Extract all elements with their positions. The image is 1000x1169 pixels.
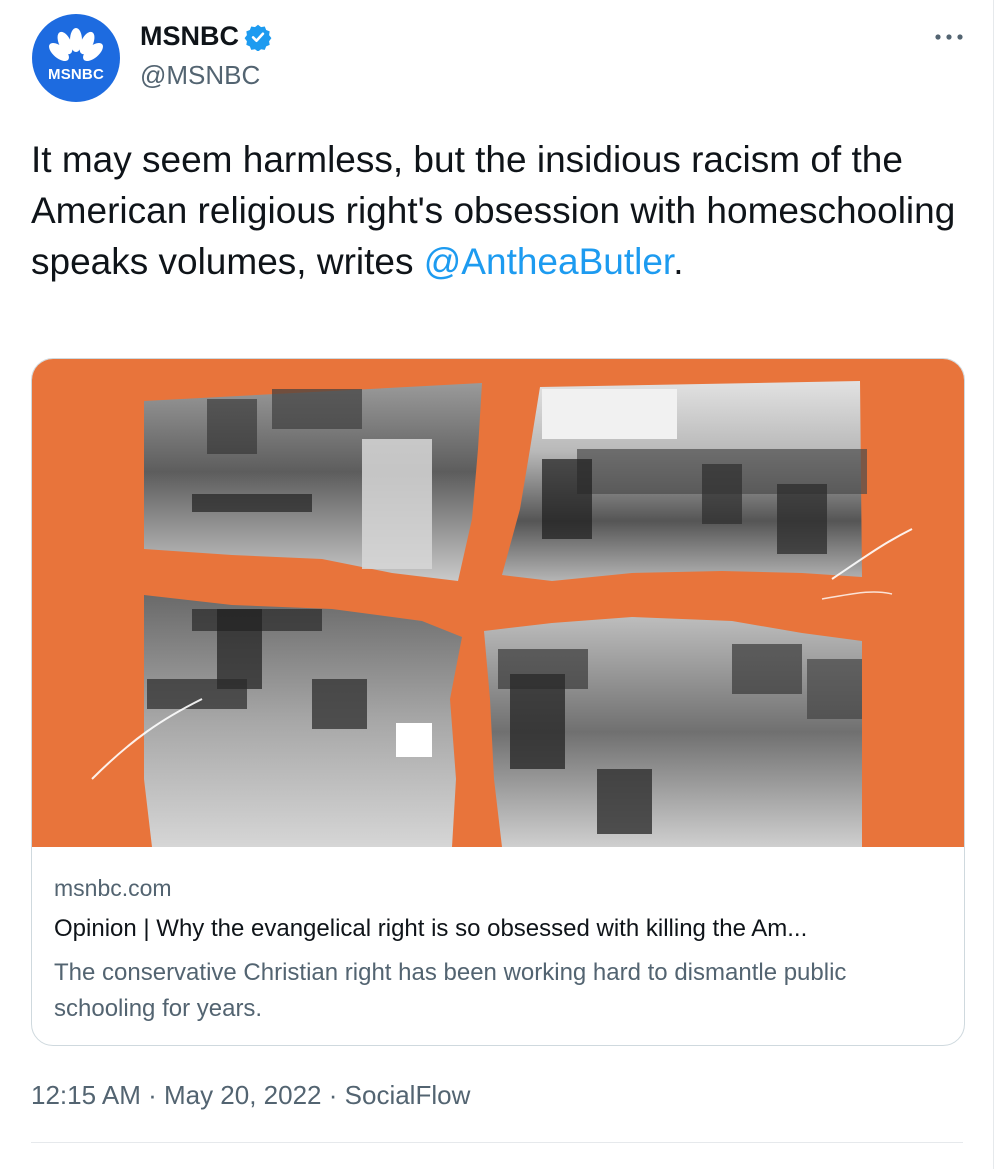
more-dots-icon[interactable] xyxy=(931,20,967,50)
tweet-date[interactable]: May 20, 2022 xyxy=(164,1080,322,1110)
card-description[interactable]: The conservative Christian right has bee… xyxy=(54,955,944,1027)
link-card[interactable]: msnbc.com Opinion | Why the evangelical … xyxy=(31,358,965,1046)
meta-separator: · xyxy=(321,1080,345,1110)
peacock-logo-icon xyxy=(49,28,103,61)
tweet-text: It may seem harmless, but the insidious … xyxy=(31,134,971,287)
avatar-label: MSNBC xyxy=(48,66,104,83)
author-name-row[interactable]: MSNBC xyxy=(140,21,272,52)
card-title[interactable]: Opinion | Why the evangelical right is s… xyxy=(54,915,944,943)
column-divider xyxy=(993,0,994,1169)
divider xyxy=(31,1142,963,1143)
avatar[interactable]: MSNBC xyxy=(32,14,120,102)
author-handle[interactable]: @MSNBC xyxy=(140,60,260,91)
mention-link[interactable]: @AntheaButler xyxy=(424,241,673,282)
tweet-end-punct: . xyxy=(673,241,684,282)
tweet-source[interactable]: SocialFlow xyxy=(345,1080,471,1110)
verified-badge-icon xyxy=(244,24,272,51)
tweet-meta: 12:15 AM · May 20, 2022 · SocialFlow xyxy=(31,1080,470,1111)
meta-separator: · xyxy=(140,1080,164,1110)
tweet-time[interactable]: 12:15 AM xyxy=(31,1080,141,1110)
display-name[interactable]: MSNBC xyxy=(140,21,239,52)
card-image[interactable] xyxy=(32,359,964,847)
card-domain[interactable]: msnbc.com xyxy=(54,875,172,902)
